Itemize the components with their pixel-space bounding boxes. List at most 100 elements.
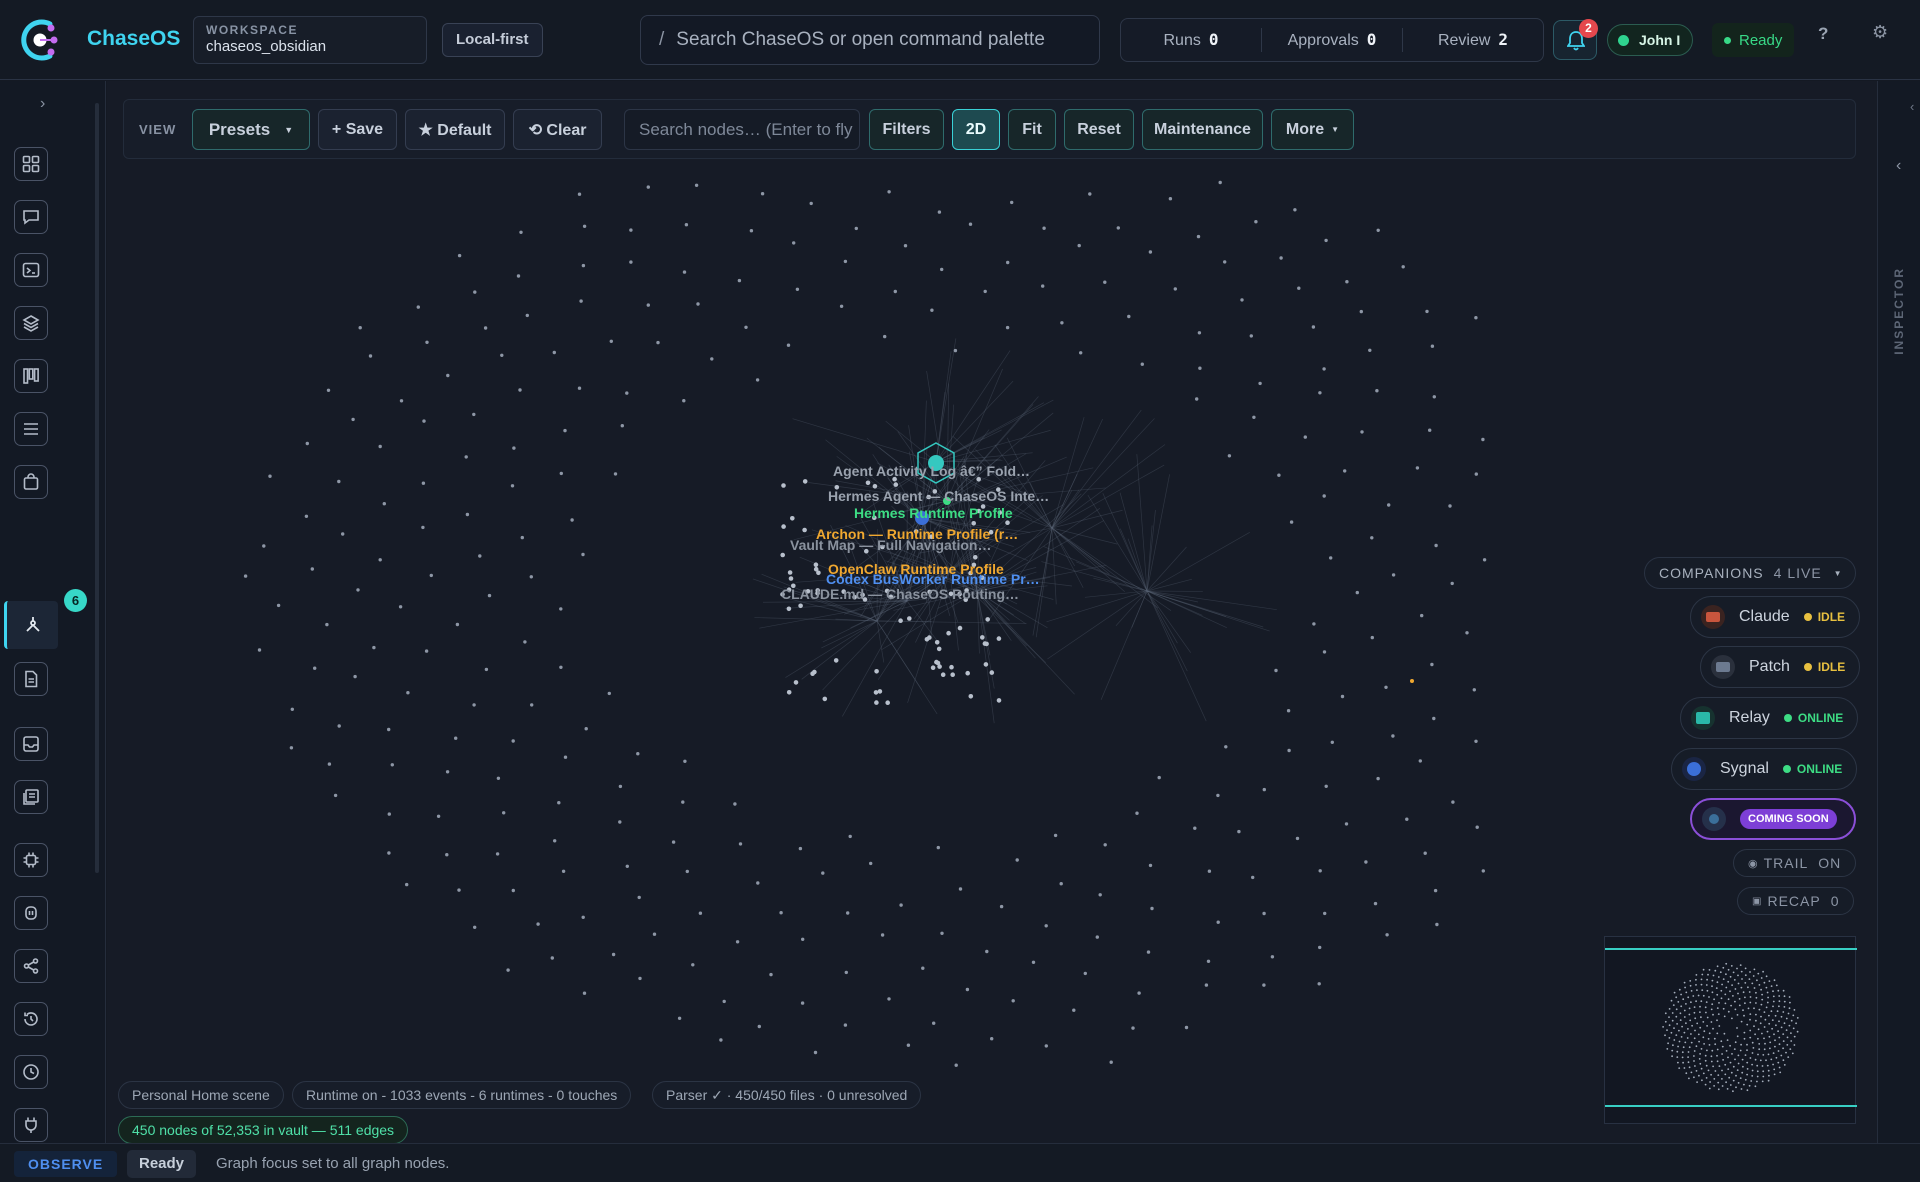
graph-node[interactable] [880, 933, 885, 937]
graph-node[interactable] [429, 573, 433, 578]
graph-node[interactable] [356, 588, 360, 592]
graph-node-label[interactable]: Hermes Runtime Profile [854, 505, 1013, 521]
graph-node[interactable] [1375, 389, 1379, 393]
graph-node[interactable] [341, 532, 345, 536]
graph-node[interactable] [424, 649, 429, 653]
graph-node[interactable] [1254, 220, 1258, 224]
graph-node[interactable] [582, 991, 587, 995]
graph-node[interactable] [1435, 922, 1439, 927]
graph-node[interactable] [1184, 1025, 1189, 1030]
graph-node[interactable] [1109, 1060, 1113, 1064]
graph-node[interactable] [405, 882, 409, 887]
graph-node[interactable] [1318, 945, 1322, 950]
sidebar-item-history[interactable] [14, 1002, 48, 1036]
graph-node[interactable] [883, 334, 887, 339]
graph-node[interactable] [387, 727, 391, 732]
presets-dropdown[interactable]: Presets ▼ [192, 109, 310, 150]
graph-node[interactable] [1083, 971, 1087, 976]
graph-node[interactable] [607, 691, 611, 696]
graph-node[interactable] [1355, 590, 1360, 595]
sidebar-scrollbar[interactable] [94, 85, 100, 1139]
graph-node[interactable] [1324, 238, 1328, 243]
graph-node[interactable] [656, 340, 660, 345]
graph-node[interactable] [525, 313, 529, 318]
graph-node[interactable] [1088, 192, 1092, 196]
graph-node[interactable] [305, 441, 309, 446]
graph-node[interactable] [999, 904, 1004, 909]
graph-node[interactable] [737, 278, 742, 283]
graph-node[interactable] [512, 446, 516, 450]
graph-node[interactable] [1237, 829, 1241, 834]
graph-node[interactable] [1077, 243, 1081, 248]
graph-node[interactable] [1274, 668, 1278, 673]
graph-node[interactable] [1258, 381, 1262, 386]
graph-node[interactable] [833, 658, 839, 663]
graph-node[interactable] [1044, 1044, 1048, 1048]
graph-node[interactable] [937, 664, 942, 669]
graph-node[interactable] [843, 259, 848, 264]
graph-node[interactable] [487, 593, 492, 598]
graph-node[interactable] [1006, 260, 1010, 265]
graph-node[interactable] [262, 544, 266, 548]
reset-button[interactable]: Reset [1064, 109, 1134, 150]
graph-node[interactable] [637, 895, 641, 900]
graph-node[interactable] [1223, 260, 1227, 264]
graph-node[interactable] [337, 724, 341, 728]
graph-node[interactable] [520, 535, 524, 540]
graph-node[interactable] [996, 636, 1002, 641]
user-menu[interactable]: John I [1607, 24, 1694, 56]
graph-node[interactable] [563, 755, 568, 759]
graph-node[interactable] [1391, 573, 1396, 577]
graph-node[interactable] [984, 641, 989, 647]
sidebar-item-store[interactable] [14, 465, 48, 499]
graph-node[interactable] [1079, 351, 1083, 355]
graph-node[interactable] [1041, 284, 1045, 288]
companions-header[interactable]: COMPANIONS 4 LIVE ▼ [1644, 557, 1856, 589]
notifications-button[interactable]: 2 [1553, 19, 1598, 60]
graph-node[interactable] [337, 479, 341, 484]
graph-node[interactable] [553, 839, 557, 843]
graph-node[interactable] [304, 514, 309, 518]
recap-toggle[interactable]: ▣ RECAP 0 [1737, 887, 1855, 915]
sidebar-item-documents[interactable] [14, 662, 48, 696]
graph-node[interactable] [869, 861, 873, 866]
graph-node[interactable] [581, 915, 585, 919]
companion-claude[interactable]: Claude IDLE [1690, 596, 1861, 638]
graph-node[interactable] [1289, 520, 1294, 524]
chevron-left-icon[interactable]: ‹ [1910, 99, 1914, 114]
graph-node[interactable] [382, 502, 386, 506]
graph-node[interactable] [1157, 775, 1161, 780]
graph-node[interactable] [454, 736, 458, 740]
graph-node[interactable] [1297, 286, 1301, 290]
local-first-pill[interactable]: Local-first [442, 23, 543, 57]
graph-node[interactable] [243, 574, 248, 578]
graph-node[interactable] [953, 348, 958, 353]
graph-node[interactable] [780, 552, 785, 558]
graph-node[interactable] [1279, 256, 1283, 260]
graph-node[interactable] [694, 183, 699, 187]
graph-node[interactable] [629, 228, 633, 232]
graph-node[interactable] [455, 622, 460, 627]
graph-node[interactable] [1293, 208, 1297, 212]
graph-node[interactable] [372, 645, 376, 650]
graph-node[interactable] [1376, 228, 1380, 232]
graph-node[interactable] [755, 378, 760, 382]
graph-node[interactable] [801, 937, 805, 941]
graph-node[interactable] [398, 605, 403, 609]
graph-node[interactable] [848, 834, 852, 839]
graph-node[interactable] [646, 185, 650, 189]
graph-node[interactable] [1251, 875, 1255, 880]
graph-node[interactable] [887, 190, 891, 194]
graph-node[interactable] [1173, 287, 1178, 291]
graph-node[interactable] [906, 1043, 911, 1047]
graph-node[interactable] [677, 1016, 682, 1020]
graph-node[interactable] [719, 1038, 723, 1042]
graph-node[interactable] [793, 680, 799, 685]
graph-node[interactable] [968, 694, 974, 699]
graph-node[interactable] [1137, 991, 1141, 995]
node-search-input[interactable]: Search nodes… (Enter to fly [624, 109, 860, 150]
graph-node[interactable] [652, 932, 657, 936]
graph-node[interactable] [854, 226, 858, 231]
graph-node[interactable] [907, 616, 912, 621]
graph-node[interactable] [903, 244, 908, 248]
